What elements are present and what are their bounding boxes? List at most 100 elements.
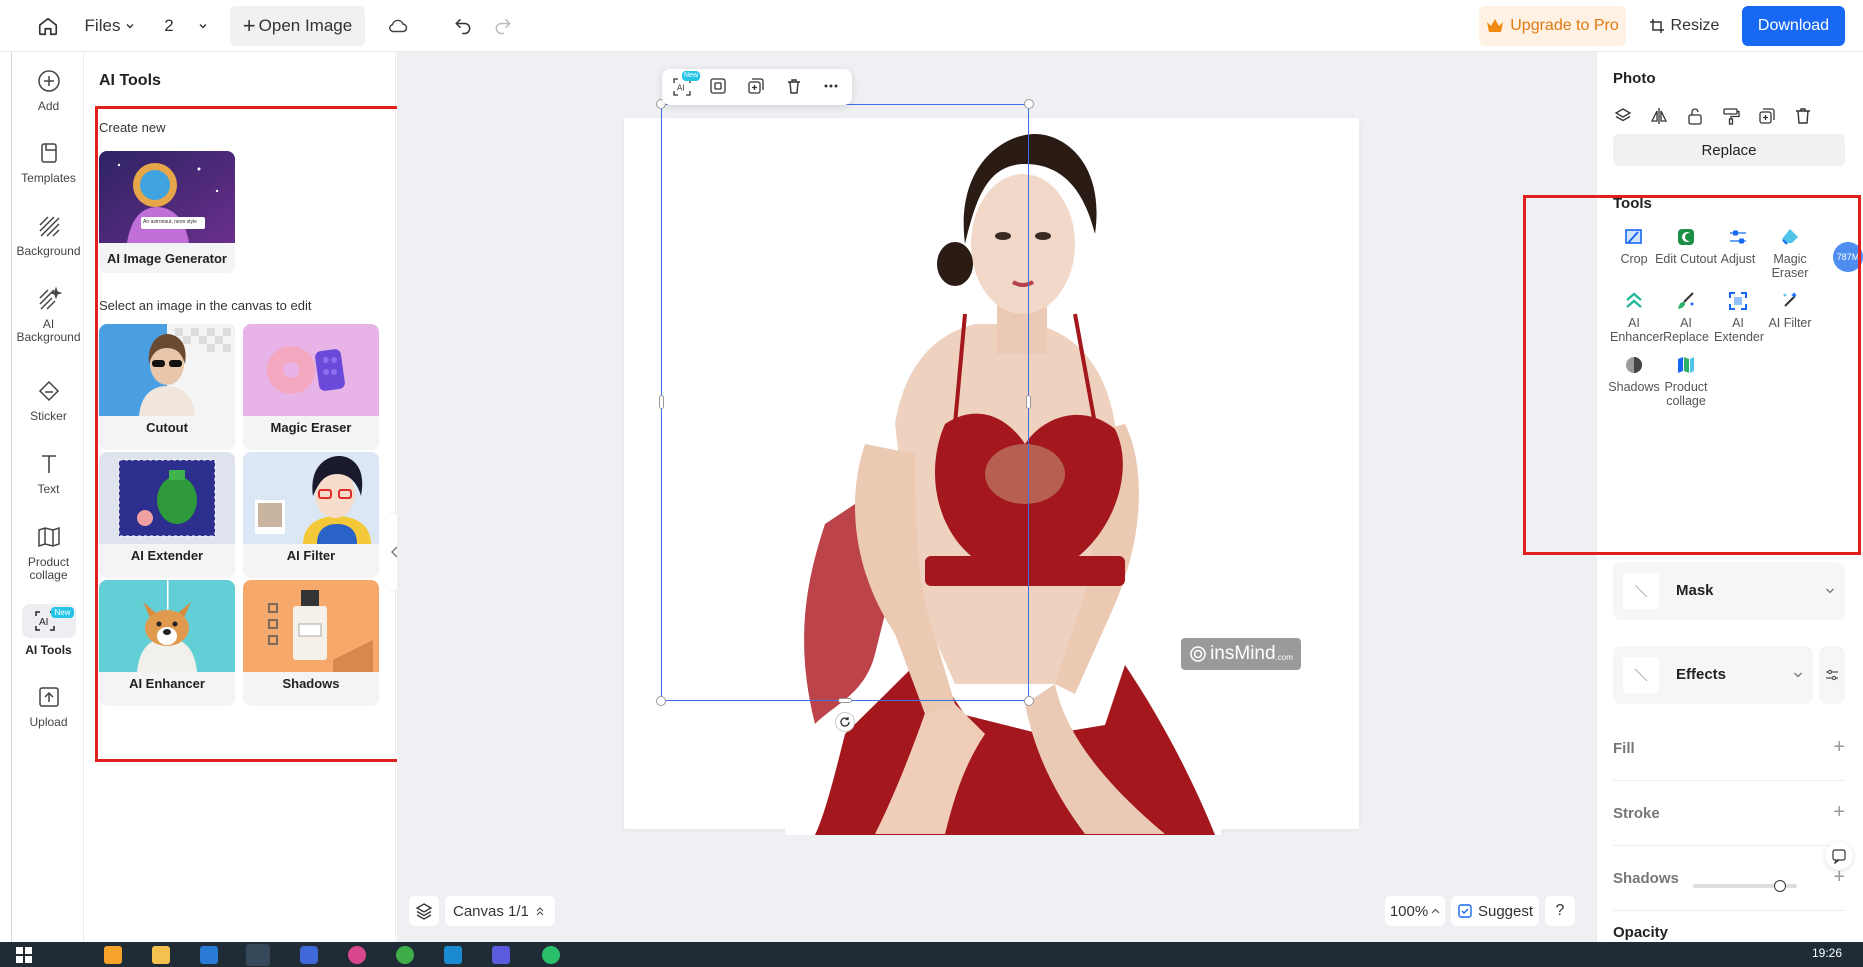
os-taskbar: 19:26 xyxy=(0,942,1863,967)
zoom-value: 100% xyxy=(1389,902,1429,920)
rail-item-sticker[interactable]: Sticker xyxy=(12,378,85,423)
rail-label: AI Background xyxy=(16,317,81,344)
rail-label: Text xyxy=(37,482,60,496)
zoom-selector[interactable]: 100% xyxy=(1385,896,1445,926)
taskbar-app-icon[interactable] xyxy=(444,946,462,964)
taskbar-app-icon[interactable] xyxy=(200,946,218,964)
rail-item-upload[interactable]: Upload xyxy=(12,684,85,729)
taskbar-app-icon[interactable] xyxy=(492,946,510,964)
resize-handle[interactable] xyxy=(1026,395,1031,409)
rail-item-ai-background[interactable]: AI Background xyxy=(12,286,85,344)
mask-quick-button[interactable] xyxy=(709,77,729,97)
opacity-slider[interactable] xyxy=(1693,880,1797,892)
ai-tools-quick-button[interactable]: AI New xyxy=(670,71,701,99)
taskbar-app-icon[interactable] xyxy=(104,946,122,964)
duplicate-button[interactable] xyxy=(1757,106,1777,126)
stroke-row[interactable]: Stroke + xyxy=(1613,801,1845,823)
duplicate-quick-button[interactable] xyxy=(747,77,767,97)
mask-label: Mask xyxy=(1676,582,1714,599)
plus-icon: + xyxy=(1833,801,1845,823)
rail-item-text[interactable]: Text xyxy=(12,451,85,496)
lock-button[interactable] xyxy=(1685,106,1705,126)
replace-button[interactable]: Replace xyxy=(1613,134,1845,166)
windows-logo-icon xyxy=(16,947,32,963)
layers-icon xyxy=(415,903,433,920)
svg-text:AI: AI xyxy=(39,617,48,628)
taskbar-app-icon[interactable] xyxy=(396,946,414,964)
canvas-workspace: insMind .com AI New Canvas 1/1 100% Sugg… xyxy=(397,52,1596,942)
trash-icon xyxy=(1796,108,1810,124)
taskbar-clock[interactable]: 19:26 xyxy=(1812,946,1842,960)
rail-item-templates[interactable]: Templates xyxy=(12,140,85,185)
trash-icon xyxy=(788,79,800,94)
taskbar-app-icon[interactable] xyxy=(348,946,366,964)
resize-handle[interactable] xyxy=(838,698,852,703)
taskbar-app-icon[interactable] xyxy=(246,944,270,966)
more-options-button[interactable] xyxy=(822,77,842,97)
open-image-button[interactable]: + Open Image xyxy=(230,6,365,46)
upgrade-button[interactable]: Upgrade to Pro xyxy=(1479,6,1626,46)
resize-label: Resize xyxy=(1670,17,1720,34)
fill-row[interactable]: Fill + xyxy=(1613,736,1845,758)
ai-chat-button[interactable] xyxy=(1825,842,1853,870)
resize-button[interactable]: Resize xyxy=(1648,12,1720,40)
crop-resize-icon xyxy=(1649,19,1664,33)
cloud-save-button[interactable] xyxy=(384,12,412,40)
layers-icon xyxy=(1614,108,1632,122)
windows-start-button[interactable] xyxy=(16,947,32,963)
insmind-watermark: insMind .com xyxy=(1181,638,1301,670)
layers-button[interactable] xyxy=(409,896,439,926)
help-button[interactable]: ? xyxy=(1545,896,1575,926)
delete-button[interactable] xyxy=(1793,106,1813,126)
redo-button[interactable] xyxy=(489,12,517,40)
copy-style-button[interactable] xyxy=(1721,106,1741,126)
resize-handle[interactable] xyxy=(1024,696,1034,706)
top-toolbar: Files 2 + Open Image Upgrade to Pro Resi… xyxy=(0,0,1863,52)
home-button[interactable] xyxy=(34,12,62,40)
opacity-slider-thumb[interactable] xyxy=(1773,880,1786,892)
suggest-button[interactable]: Suggest xyxy=(1451,896,1539,926)
flip-button[interactable] xyxy=(1649,106,1669,126)
files-label: Files xyxy=(84,16,121,35)
files-menu-button[interactable]: Files xyxy=(82,13,138,39)
canvas-page-selector[interactable]: Canvas 1/1 xyxy=(445,896,555,926)
rail-label: Sticker xyxy=(30,409,67,423)
rail-label: Product collage xyxy=(27,555,70,582)
opacity-row: Opacity xyxy=(1613,924,1845,942)
selection-frame[interactable] xyxy=(661,104,1029,701)
effects-section[interactable]: Effects xyxy=(1613,646,1813,704)
resize-handle[interactable] xyxy=(1024,99,1034,109)
stroke-label: Stroke xyxy=(1613,805,1660,822)
rail-item-background[interactable]: Background xyxy=(12,213,85,258)
rotate-handle[interactable] xyxy=(835,712,855,732)
plus-icon: + xyxy=(1833,736,1845,758)
rail-item-add[interactable]: Add xyxy=(12,68,85,113)
effects-settings-button[interactable] xyxy=(1819,646,1845,704)
rail-item-ai-tools[interactable]: AI New AI Tools xyxy=(12,604,85,657)
resize-handle[interactable] xyxy=(659,395,664,409)
rail-item-product-collage[interactable]: Product collage xyxy=(12,524,85,582)
highlight-annotation-right xyxy=(1523,195,1861,555)
lock-icon xyxy=(1688,108,1702,125)
chevron-up-icon xyxy=(1431,908,1440,914)
new-badge: New xyxy=(51,607,74,618)
taskbar-app-icon[interactable] xyxy=(300,946,318,964)
resize-handle[interactable] xyxy=(656,696,666,706)
download-button[interactable]: Download xyxy=(1742,6,1845,46)
taskbar-app-icon[interactable] xyxy=(542,946,560,964)
layer-order-button[interactable] xyxy=(1613,106,1633,126)
effects-label: Effects xyxy=(1676,666,1727,683)
open-image-label: Open Image xyxy=(258,16,353,35)
undo-icon xyxy=(455,18,471,35)
empty-slash-icon xyxy=(1634,668,1648,682)
canvas-label: Canvas 1/1 xyxy=(453,902,529,920)
page-count-select[interactable]: 2 xyxy=(160,13,212,39)
redo-icon xyxy=(495,18,511,35)
templates-icon xyxy=(40,143,57,163)
taskbar-app-icon[interactable] xyxy=(152,946,170,964)
undo-button[interactable] xyxy=(449,12,477,40)
mask-thumbnail xyxy=(1623,573,1659,609)
mask-section[interactable]: Mask xyxy=(1613,562,1845,620)
new-badge: New xyxy=(682,71,701,81)
delete-quick-button[interactable] xyxy=(785,77,805,97)
